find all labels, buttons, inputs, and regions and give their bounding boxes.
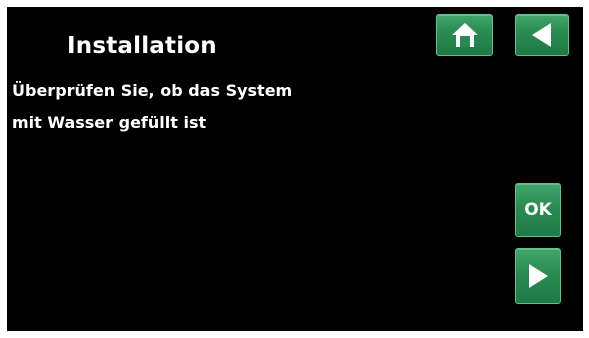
back-button[interactable] [515,14,569,56]
instruction-line-1: Überprüfen Sie, ob das System [12,81,293,100]
instruction-line-2: mit Wasser gefüllt ist [12,113,207,132]
next-button[interactable] [515,248,561,304]
instruction-text: Überprüfen Sie, ob das System mit Wasser… [12,75,292,139]
home-button[interactable] [436,14,493,56]
page-title: Installation [67,33,217,59]
ok-button-label: OK [524,200,552,220]
display-screen: Installation Überprüfen Sie, ob das Syst… [7,7,583,331]
home-icon [451,23,478,47]
arrow-left-icon [532,23,551,47]
ok-button[interactable]: OK [515,183,561,237]
arrow-right-icon [529,264,548,288]
